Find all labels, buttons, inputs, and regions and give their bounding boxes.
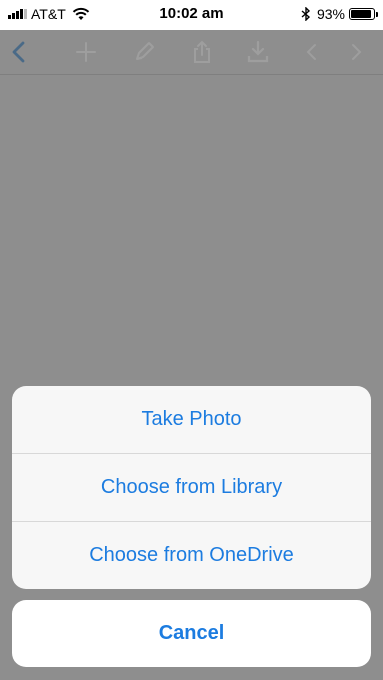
toolbar <box>0 30 383 75</box>
bluetooth-icon <box>301 7 310 21</box>
add-icon[interactable] <box>72 38 100 66</box>
cancel-button[interactable]: Cancel <box>12 600 371 667</box>
edit-icon[interactable] <box>130 38 158 66</box>
back-icon[interactable] <box>6 38 34 66</box>
share-icon[interactable] <box>188 38 216 66</box>
download-icon[interactable] <box>244 38 272 66</box>
battery-percent: 93% <box>316 6 345 22</box>
choose-from-onedrive-button[interactable]: Choose from OneDrive <box>12 522 371 589</box>
previous-icon[interactable] <box>298 38 326 66</box>
next-icon[interactable] <box>342 38 370 66</box>
battery-level-fill <box>351 10 372 18</box>
battery-icon <box>349 8 378 20</box>
action-sheet: Take Photo Choose from Library Choose fr… <box>12 386 371 589</box>
status-right: 93% <box>301 6 378 22</box>
status-bar: AT&T 10:02 am 93% <box>0 0 383 30</box>
choose-from-library-button[interactable]: Choose from Library <box>12 454 371 521</box>
take-photo-button[interactable]: Take Photo <box>12 386 371 453</box>
